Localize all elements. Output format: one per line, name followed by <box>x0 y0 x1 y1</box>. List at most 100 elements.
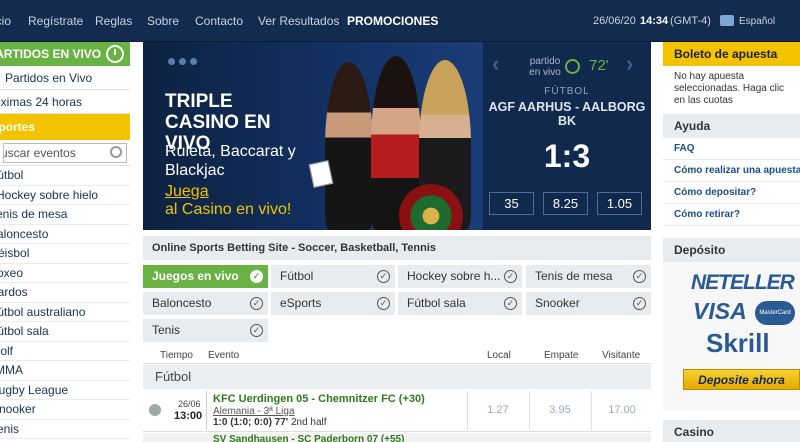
filter-esports[interactable]: eSports ✓ <box>271 292 395 315</box>
sidebar-sport-baseball[interactable]: Béisbol <box>0 244 130 264</box>
filter-snooker[interactable]: Snooker ✓ <box>526 292 651 315</box>
banner-cta-text: al Casino en vivo! <box>165 201 292 218</box>
sidebar-sport-boxing[interactable]: Boxeo <box>0 264 130 283</box>
payment-methods: NETELLER VISA MasterCard Skrill Deposite… <box>663 262 800 410</box>
timezone: (GMT-4) <box>670 15 711 27</box>
sidebar-sport-table-tennis[interactable]: Tenis de mesa <box>0 205 130 225</box>
filter-live-games[interactable]: Juegos en vivo ✓ <box>143 265 268 288</box>
sidebar-sport-golf[interactable]: Golf <box>0 342 130 361</box>
odd-draw-button[interactable]: 3.95 <box>531 391 589 430</box>
sidebar-sport-basketball[interactable]: Baloncesto <box>0 225 130 244</box>
sidebar-item-live-matches[interactable]: Partidos en Vivo <box>0 66 130 90</box>
odd-away-button[interactable]: 1.05 <box>597 192 642 215</box>
event-name[interactable]: SV Sandhausen - SC Paderborn 07 (+55) <box>213 434 404 442</box>
table-row: 26/06 13:00 KFC Uerdingen 05 - Chemnitze… <box>143 389 651 432</box>
casino-promo-banner[interactable]: TRIPLE CASINO EN VIVO Ruleta, Baccarat y… <box>143 42 483 230</box>
deposit-now-button[interactable]: Deposite ahora <box>683 369 800 390</box>
event-name[interactable]: KFC Uerdingen 05 - Chemnitzer FC (+30) <box>213 393 425 405</box>
banner-subtitle: Ruleta, Baccarat y Blackjac <box>165 143 296 179</box>
match-teams: AGF AARHUS - AALBORG BK <box>488 100 646 128</box>
help-link-place-bet[interactable]: Cómo realizar una apuesta? <box>663 160 800 182</box>
flag-icon[interactable] <box>720 15 734 26</box>
current-date: 26/06/20 <box>593 15 636 27</box>
sidebar-sport-futsal[interactable]: Fútbol sala <box>0 322 130 342</box>
nav-results[interactable]: Ver Resultados <box>258 14 339 28</box>
odd-home-button[interactable]: 35 <box>489 192 534 215</box>
filter-ice-hockey[interactable]: Hockey sobre h... ✓ <box>398 265 522 288</box>
live-header-label: PARTIDOS EN VIVO <box>0 47 102 61</box>
betslip-header: Boleto de apuesta <box>663 42 800 66</box>
match-minute: 72' <box>589 57 609 74</box>
check-icon: ✓ <box>633 270 646 283</box>
odd-home-button[interactable]: 1.27 <box>469 391 527 430</box>
stopwatch-icon <box>106 45 124 63</box>
filter-tennis[interactable]: Tenis ✓ <box>143 319 268 342</box>
check-icon: ✓ <box>250 270 263 283</box>
nav-about[interactable]: Sobre <box>147 14 179 28</box>
sidebar-sport-football[interactable]: Fútbol <box>0 166 130 186</box>
check-icon: ✓ <box>250 324 263 337</box>
chevron-left-icon[interactable]: ‹ <box>492 51 499 77</box>
chevron-right-icon[interactable]: › <box>626 51 633 77</box>
live-match-widget[interactable]: ‹ › partido en vivo 72' FÚTBOL AGF AARHU… <box>483 42 651 230</box>
col-home: Local <box>487 350 511 361</box>
sidebar-sport-rugby-league[interactable]: Rugby League <box>0 381 130 400</box>
event-time: 13:00 <box>174 410 203 422</box>
sidebar-sport-ice-hockey[interactable]: Hockey sobre hielo <box>0 186 130 205</box>
sidebar-sport-mma[interactable]: MMA <box>0 361 130 381</box>
mastercard-logo: MasterCard <box>755 301 795 325</box>
sidebar-sport-snooker[interactable]: Snooker <box>0 400 130 420</box>
betslip-empty-text: No hay apuesta seleccionadas. Haga clic … <box>674 71 785 106</box>
live-matches-header[interactable]: PARTIDOS EN VIVO <box>0 42 130 66</box>
filter-football[interactable]: Fútbol ✓ <box>271 265 395 288</box>
col-draw: Empate <box>544 350 579 361</box>
nav-contact[interactable]: Contacto <box>195 14 243 28</box>
check-circle-icon[interactable] <box>149 404 161 416</box>
sidebar-sport-australian-football[interactable]: Fútbol australiano <box>0 303 130 322</box>
search-icon[interactable] <box>110 146 122 158</box>
help-link-faq[interactable]: FAQ <box>663 138 800 160</box>
check-icon: ✓ <box>377 297 390 310</box>
event-league[interactable]: Alemania - 3ª Liga <box>213 406 295 417</box>
help-header: Ayuda <box>663 114 800 138</box>
page-title: Online Sports Betting Site - Soccer, Bas… <box>143 236 651 260</box>
nav-promotions[interactable]: PROMOCIONES <box>347 14 438 28</box>
nav-home[interactable]: Inicio <box>0 14 11 28</box>
live-match-label: partido en vivo <box>529 56 561 78</box>
banner-cta-link[interactable]: Juega <box>165 183 209 201</box>
left-sidebar: PARTIDOS EN VIVO Partidos en Vivo Próxim… <box>0 42 130 442</box>
check-icon: ✓ <box>250 297 263 310</box>
help-link-withdraw[interactable]: Cómo retirar? <box>663 204 800 226</box>
match-score: 1:3 <box>543 138 591 174</box>
odd-away-button[interactable]: 17.00 <box>593 391 651 430</box>
visa-logo: VISA <box>693 298 747 324</box>
col-event: Evento <box>208 350 240 361</box>
search-input[interactable]: Buscar eventos <box>3 143 127 163</box>
sidebar-item-next-24h[interactable]: Próximas 24 horas <box>0 90 130 114</box>
casino-header[interactable]: Casino <box>663 420 800 442</box>
carousel-dots[interactable] <box>168 54 201 68</box>
event-group-football[interactable]: Fútbol <box>143 365 651 389</box>
event-date: 26/06 <box>178 399 201 409</box>
table-row: SV Sandhausen - SC Paderborn 07 (+55) <box>143 433 651 442</box>
check-icon: ✓ <box>377 270 390 283</box>
neteller-logo: NETELLER <box>691 271 795 294</box>
odd-draw-button[interactable]: 8.25 <box>543 192 588 215</box>
filter-basketball[interactable]: Baloncesto ✓ <box>143 292 268 315</box>
event-score-detail: 1:0 (1:0; 0:0) 77' 2nd half <box>213 417 327 428</box>
nav-rules[interactable]: Reglas <box>95 14 132 28</box>
stopwatch-icon <box>565 59 580 74</box>
help-link-deposit[interactable]: Cómo depositar? <box>663 182 800 204</box>
nav-register[interactable]: Regístrate <box>28 14 83 28</box>
filter-table-tennis[interactable]: Tenis de mesa ✓ <box>526 265 651 288</box>
sports-header: Deportes <box>0 114 130 140</box>
dealer-image <box>325 62 373 230</box>
top-navigation: Inicio Regístrate Reglas Sobre Contacto … <box>0 0 800 42</box>
language-selector[interactable]: Español <box>739 16 775 27</box>
filter-futsal[interactable]: Fútbol sala ✓ <box>398 292 522 315</box>
event-search[interactable]: Buscar eventos <box>0 140 130 166</box>
deposit-header: Depósito <box>663 238 800 262</box>
sidebar-sport-tennis[interactable]: Tenis <box>0 420 130 439</box>
sidebar-sport-darts[interactable]: Dardos <box>0 283 130 303</box>
right-sidebar: Boleto de apuesta No hay apuesta selecci… <box>663 42 800 442</box>
